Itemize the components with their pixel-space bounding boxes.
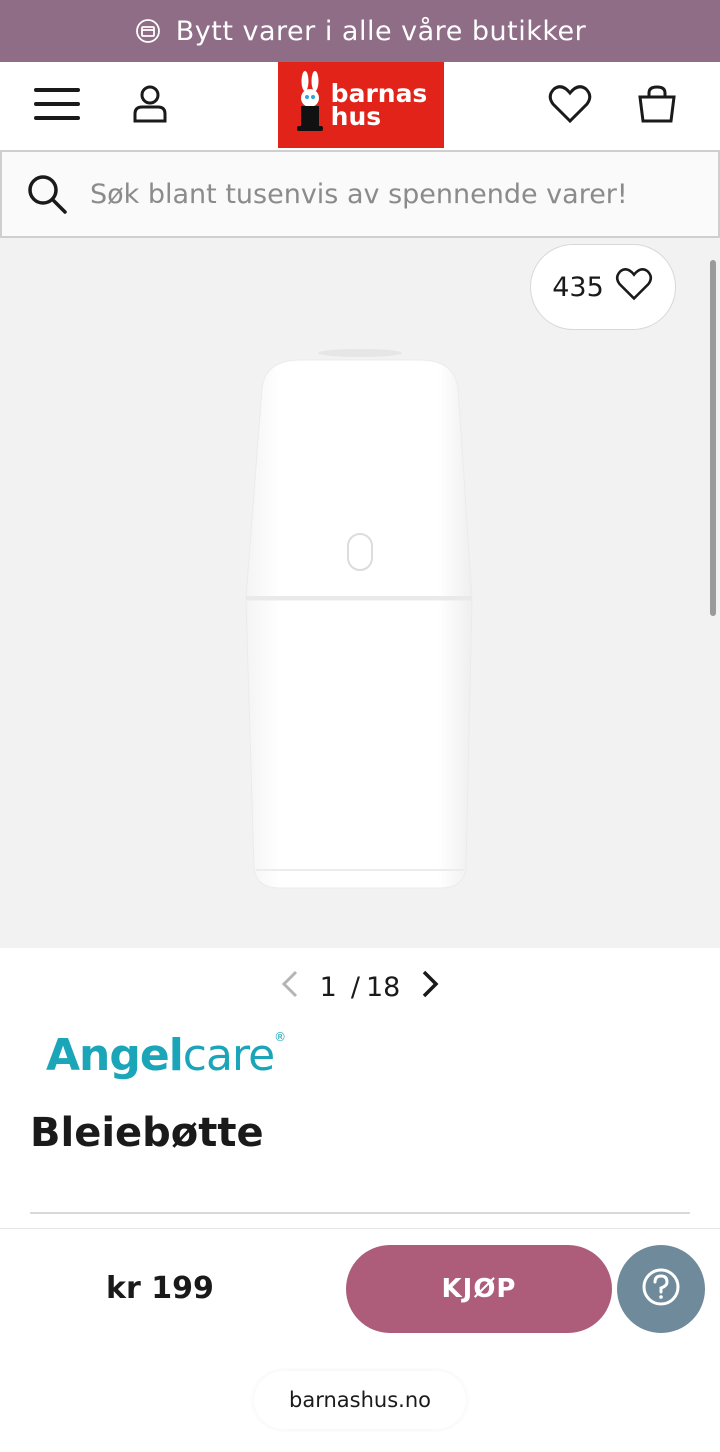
brand-logo[interactable]: Angelcare®: [46, 1030, 286, 1081]
product-price: kr 199: [106, 1271, 214, 1306]
promo-text: Bytt varer i alle våre butikker: [175, 15, 587, 47]
wishlist-button[interactable]: [540, 76, 600, 136]
site-header: barnas hus: [0, 62, 720, 150]
divider: [30, 1212, 690, 1214]
brand-registered-mark: ®: [274, 1030, 286, 1044]
search-bar: [0, 150, 720, 238]
prev-image-button[interactable]: [274, 967, 306, 1007]
product-image: [245, 349, 473, 889]
user-icon: [132, 84, 168, 128]
menu-button[interactable]: [27, 76, 87, 136]
url-text: barnashus.no: [289, 1388, 431, 1412]
pager-total: 18: [365, 971, 401, 1003]
cart-button[interactable]: [627, 76, 687, 136]
buy-bar: kr 199 KJØP barnashus.no: [0, 1228, 720, 1452]
page-scrollbar[interactable]: [710, 260, 716, 616]
bunny-hat-icon: [295, 71, 325, 139]
brand-name-light: care: [182, 1030, 275, 1081]
buy-button[interactable]: KJØP: [346, 1245, 612, 1333]
account-button[interactable]: [120, 76, 180, 136]
pager-separator: /: [350, 971, 360, 1003]
browser-url-bar[interactable]: barnashus.no: [254, 1371, 466, 1429]
promo-banner[interactable]: Bytt varer i alle våre butikker: [0, 0, 720, 62]
heart-icon: [548, 84, 592, 128]
next-image-button[interactable]: [414, 967, 446, 1007]
chevron-left-icon: [281, 970, 299, 1005]
pager-current: 1: [319, 971, 337, 1003]
gallery-pager: 1 / 18: [0, 960, 720, 1014]
hamburger-menu-icon: [33, 86, 81, 126]
search-icon[interactable]: [26, 173, 68, 215]
product-title: Bleiebøtte: [30, 1110, 264, 1156]
product-gallery[interactable]: 435: [0, 238, 720, 948]
barnashus-logo[interactable]: barnas hus: [278, 62, 444, 148]
shopping-bag-icon: [637, 84, 677, 128]
logo-text-line2: hus: [330, 102, 382, 131]
chevron-right-icon: [421, 970, 439, 1005]
search-input[interactable]: [90, 178, 690, 210]
brand-name-bold: Angel: [46, 1030, 184, 1081]
question-icon: [641, 1267, 681, 1311]
help-button[interactable]: [617, 1245, 705, 1333]
heart-icon: [614, 267, 654, 308]
exchange-icon: [134, 17, 162, 45]
favorite-count: 435: [552, 271, 604, 303]
favorite-count-button[interactable]: 435: [530, 244, 676, 330]
